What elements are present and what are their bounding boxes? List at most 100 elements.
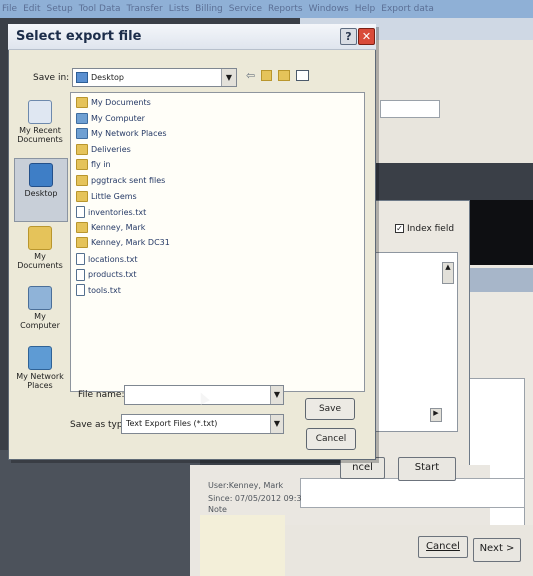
scroll-right-arrow[interactable]: ▶ (430, 408, 442, 422)
file-list-item[interactable]: Little Gems (76, 190, 137, 202)
chevron-down-icon[interactable]: ▼ (221, 69, 236, 86)
file-name: fly in (91, 160, 111, 170)
file-list-item[interactable]: Deliveries (76, 143, 131, 155)
folder-icon (76, 190, 88, 202)
folder-icon (76, 237, 88, 249)
file-name: pggtrack sent files (91, 176, 166, 185)
text-file-icon (76, 206, 85, 219)
index-field-checkbox[interactable]: ✓ (395, 224, 404, 233)
recent-documents-icon (28, 100, 52, 124)
file-list-item[interactable]: tools.txt (76, 284, 121, 297)
file-list-item[interactable]: Kenney, Mark (76, 221, 146, 233)
place-label: My Network Places (16, 372, 64, 390)
app-menu-item[interactable]: Lists (169, 4, 189, 14)
folder-icon (76, 221, 88, 233)
place-label: My Recent Documents (17, 126, 63, 144)
new-folder-icon[interactable] (278, 70, 291, 81)
place-label: My Computer (20, 312, 60, 330)
file-name: My Network Places (91, 129, 167, 139)
app-menu-item[interactable]: Billing (195, 4, 223, 14)
app-menu-item[interactable]: Service (229, 4, 262, 14)
folder-icon (76, 159, 88, 171)
save-in-select[interactable]: Desktop ▼ (72, 68, 237, 87)
place-network[interactable]: My Network Places (14, 346, 66, 390)
place-label: Desktop (24, 189, 58, 198)
my-documents-icon (28, 226, 52, 250)
place-recent-documents[interactable]: My Recent Documents (14, 100, 66, 144)
note-area (200, 515, 285, 576)
app-menu-item[interactable]: Windows (309, 4, 349, 14)
app-menu-item[interactable]: File (2, 4, 17, 14)
folder-icon (76, 97, 88, 108)
wizard-cancel-button[interactable]: Cancel (418, 536, 468, 558)
file-name: inventories.txt (88, 207, 147, 217)
index-field-label: Index field (407, 224, 455, 234)
file-name: Little Gems (91, 191, 137, 201)
background-dark-area (470, 200, 533, 270)
since-line: Since: 07/05/2012 09:3 (208, 494, 302, 503)
place-label: My Documents (17, 252, 63, 270)
place-my-computer[interactable]: My Computer (14, 286, 66, 330)
file-name: locations.txt (88, 254, 138, 264)
scroll-up-arrow[interactable]: ▲ (442, 262, 454, 284)
dialog-toolbar: ⇦ (246, 69, 310, 82)
file-name: Kenney, Mark (91, 222, 146, 232)
desktop-icon (29, 163, 53, 187)
place-desktop[interactable]: Desktop (14, 158, 68, 222)
app-menu-item[interactable]: Tool Data (79, 4, 121, 14)
file-name: products.txt (88, 270, 137, 280)
places-bar: My Recent Documents Desktop My Documents… (14, 92, 68, 414)
app-menu-item[interactable]: Export data (381, 4, 434, 14)
desktop-small-icon (76, 72, 88, 83)
next-button[interactable]: Next > (473, 538, 521, 562)
file-name: My Documents (91, 98, 151, 107)
background-cancel-button-partial[interactable]: ncel (340, 457, 385, 479)
my-computer-icon (28, 286, 52, 310)
note-label: Note (208, 505, 227, 514)
file-list-item[interactable]: pggtrack sent files (76, 175, 165, 186)
system-folder-icon (76, 112, 88, 124)
app-menu-item[interactable]: Setup (47, 4, 73, 14)
save-in-label: Save in: (33, 73, 70, 83)
save-button[interactable]: Save (305, 398, 355, 420)
file-list-item[interactable]: products.txt (76, 268, 137, 281)
folder-icon (76, 175, 88, 186)
file-list-item[interactable]: locations.txt (76, 253, 137, 265)
file-list-item[interactable]: inventories.txt (76, 206, 147, 219)
app-menu-item[interactable]: Edit (23, 4, 40, 14)
close-icon[interactable]: ✕ (358, 28, 375, 45)
help-icon[interactable]: ? (340, 28, 357, 45)
file-list-item[interactable]: My Computer (76, 112, 145, 124)
cancel-button[interactable]: Cancel (306, 428, 356, 450)
text-file-icon (76, 268, 85, 281)
file-name-label: File name: (78, 390, 125, 400)
file-name: My Computer (91, 113, 145, 123)
save-as-type-select[interactable]: Text Export Files (*.txt) (121, 414, 284, 434)
view-menu-icon[interactable] (296, 70, 310, 81)
file-name: tools.txt (88, 285, 121, 295)
place-my-documents[interactable]: My Documents (14, 226, 66, 270)
folder-icon (76, 143, 88, 155)
user-line: User:Kenney, Mark (208, 481, 284, 490)
back-arrow-icon[interactable]: ⇦ (246, 69, 255, 82)
chevron-down-icon[interactable]: ▼ (270, 415, 283, 433)
app-menu-item[interactable]: Transfer (127, 4, 163, 14)
start-button[interactable]: Start (398, 457, 456, 481)
network-places-icon (28, 346, 52, 370)
file-list-item[interactable]: My Network Places (76, 128, 167, 140)
file-list-item[interactable]: My Documents (76, 97, 151, 108)
file-list-item[interactable]: fly in (76, 159, 111, 171)
file-name: Kenney, Mark DC31 (91, 238, 170, 248)
app-menu-bar: File Edit Setup Tool Data Transfer Lists Billi… (0, 0, 533, 18)
file-name: Deliveries (91, 144, 131, 154)
file-list[interactable]: My Documents My Computer My Network Places… (70, 92, 365, 392)
app-menu-item[interactable]: Reports (268, 4, 303, 14)
app-menu-item[interactable]: Help (355, 4, 376, 14)
background-field (380, 100, 440, 118)
chevron-down-icon[interactable]: ▼ (270, 386, 283, 404)
text-file-icon (76, 284, 85, 297)
up-folder-icon[interactable] (261, 70, 273, 81)
dialog-title: Select export file (16, 29, 142, 44)
save-in-value: Desktop (91, 73, 124, 82)
file-list-item[interactable]: Kenney, Mark DC31 (76, 237, 170, 249)
